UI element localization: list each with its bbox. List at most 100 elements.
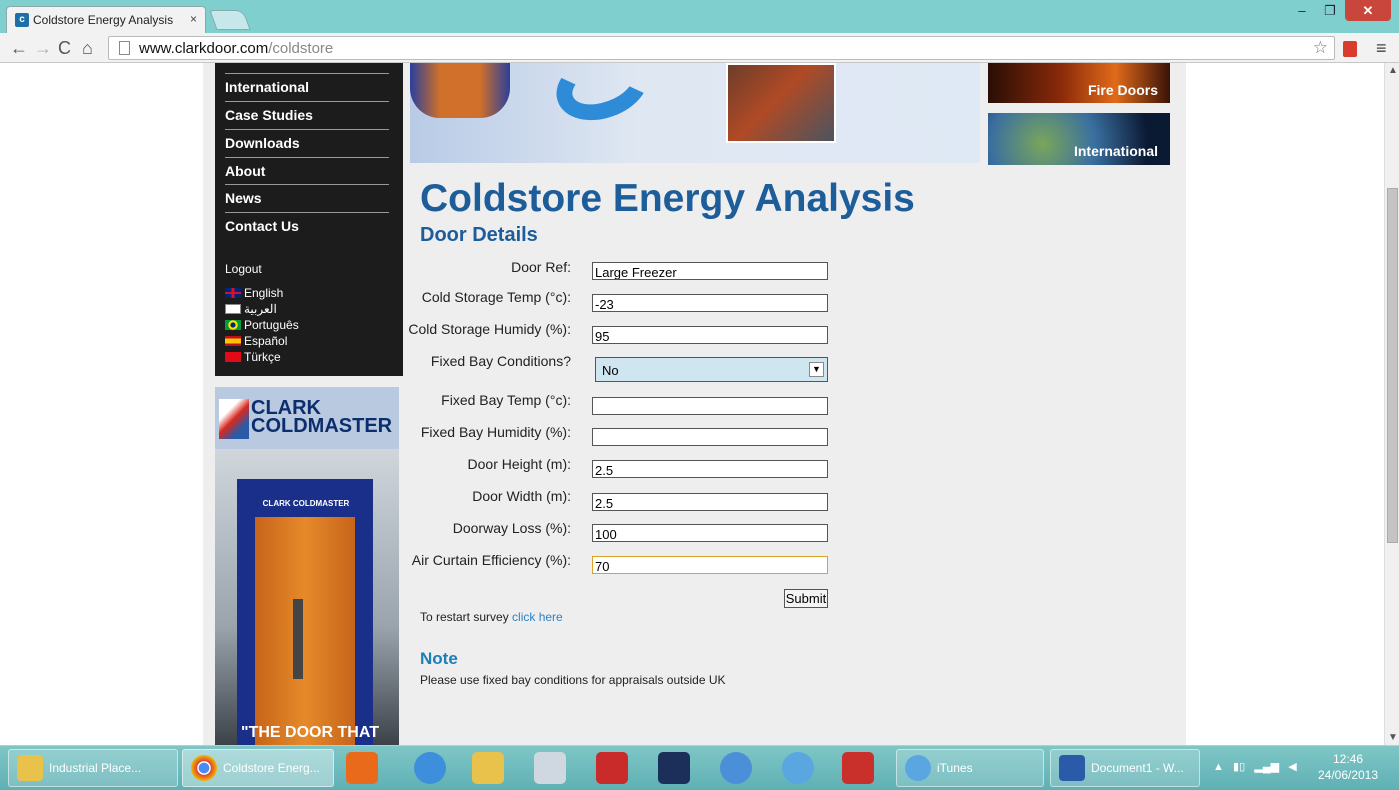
language-label: English — [244, 286, 284, 300]
doorway-loss-label: Doorway Loss (%): — [452, 520, 571, 536]
browser-menu-icon[interactable]: ≡ — [1376, 38, 1387, 59]
door-height-input[interactable] — [592, 460, 828, 478]
fixed-bay-select[interactable]: No ▼ — [595, 357, 828, 382]
browser-tab[interactable]: c Coldstore Energy Analysis × — [6, 6, 206, 33]
section-title: Door Details — [420, 224, 538, 246]
clark-logo-icon — [219, 399, 249, 439]
sidebar-nav: International Case Studies Downloads Abo… — [215, 63, 403, 376]
folder-icon — [17, 755, 43, 781]
close-window-button[interactable]: ✕ — [1345, 0, 1391, 21]
language-arabic[interactable]: العربية — [225, 303, 277, 315]
task-chrome[interactable]: Coldstore Energ... — [182, 749, 334, 787]
task-label: Document1 - W... — [1091, 761, 1184, 775]
language-label: Español — [244, 334, 288, 348]
itunes-icon — [905, 755, 931, 781]
page-scrollbar[interactable]: ▲ ▼ — [1384, 63, 1399, 745]
advert-photo: CLARK COLDMASTER "THE DOOR THAT — [215, 449, 399, 745]
sidebar-item-news[interactable]: News — [225, 184, 389, 212]
bay-temp-input[interactable] — [592, 397, 828, 415]
media-player-icon[interactable] — [346, 752, 378, 784]
language-portuguese[interactable]: Português — [225, 319, 299, 331]
door-label: CLARK COLDMASTER — [262, 499, 350, 508]
header-banner — [410, 63, 980, 163]
sidebar-item-international[interactable]: International — [225, 73, 389, 101]
bay-temp-label: Fixed Bay Temp (°c): — [441, 392, 571, 408]
language-label: العربية — [244, 302, 277, 316]
coldmaster-advert[interactable]: CLARK COLDMASTER "THE DOOR THAT CLARK CO… — [215, 387, 399, 745]
language-turkish[interactable]: Türkçe — [225, 351, 281, 363]
home-icon[interactable]: ⌂ — [82, 38, 93, 58]
door-ref-input[interactable] — [592, 262, 828, 280]
fire-doors-promo[interactable]: Fire Doors — [988, 63, 1170, 103]
task-itunes[interactable]: iTunes — [896, 749, 1044, 787]
air-curtain-input[interactable] — [592, 556, 828, 574]
address-bar[interactable]: www.clarkdoor.com/coldstore ☆ — [108, 36, 1335, 60]
tab-close-icon[interactable]: × — [190, 12, 197, 26]
cold-temp-label: Cold Storage Temp (°c): — [421, 289, 571, 305]
restart-label: To restart survey — [420, 610, 513, 624]
browser-toolbar: ← → C ⌂ www.clarkdoor.com/coldstore ☆ ≡ — [0, 33, 1399, 63]
minimize-button[interactable]: – — [1289, 0, 1315, 21]
bookmark-star-icon[interactable]: ☆ — [1313, 38, 1328, 58]
fixed-bay-label: Fixed Bay Conditions? — [430, 353, 571, 369]
international-promo[interactable]: International — [988, 113, 1170, 165]
language-english[interactable]: English — [225, 287, 283, 299]
chrome-icon — [191, 755, 217, 781]
pdf-extension-icon[interactable] — [1343, 41, 1357, 57]
task-word[interactable]: Document1 - W... — [1050, 749, 1200, 787]
door-width-label: Door Width (m): — [472, 488, 571, 504]
language-label: Português — [244, 318, 299, 332]
reload-icon[interactable]: C — [58, 38, 71, 58]
sidebar-item-about[interactable]: About — [225, 157, 389, 185]
itunes-pinned-icon[interactable] — [782, 752, 814, 784]
solidworks-icon[interactable] — [842, 752, 874, 784]
system-tray[interactable]: ▲ ▮▯ ▂▄▆ ◀ — [1213, 760, 1297, 773]
cold-humidity-input[interactable] — [592, 326, 828, 344]
note-title: Note — [420, 649, 458, 668]
spain-flag-icon — [225, 336, 241, 346]
door-width-input[interactable] — [592, 493, 828, 511]
globe-app-icon[interactable] — [720, 752, 752, 784]
page-viewport: International Case Studies Downloads Abo… — [0, 63, 1384, 745]
file-explorer-icon[interactable] — [472, 752, 504, 784]
tab-title: Coldstore Energy Analysis — [33, 13, 174, 27]
forward-arrow-icon[interactable]: → — [34, 38, 52, 58]
door-panel — [255, 517, 355, 745]
submit-button[interactable]: Submit — [784, 589, 828, 608]
banner-arrow-icon — [546, 63, 659, 133]
sidebar-item-contact-us[interactable]: Contact Us — [225, 212, 389, 240]
maximize-button[interactable]: ❐ — [1317, 0, 1343, 21]
task-industrial-placement[interactable]: Industrial Place... — [8, 749, 178, 787]
sidebar-item-case-studies[interactable]: Case Studies — [225, 101, 389, 129]
url-host: www.clarkdoor.com — [139, 40, 269, 57]
scroll-thumb[interactable] — [1387, 188, 1398, 543]
advert-brand: CLARK COLDMASTER — [251, 397, 393, 437]
language-spanish[interactable]: Español — [225, 335, 287, 347]
bay-humidity-label: Fixed Bay Humidity (%): — [420, 424, 571, 440]
page-title: Coldstore Energy Analysis — [420, 177, 915, 220]
calculator-icon[interactable] — [534, 752, 566, 784]
scroll-up-icon[interactable]: ▲ — [1388, 65, 1398, 76]
site-favicon-icon: c — [15, 13, 29, 27]
scroll-down-icon[interactable]: ▼ — [1388, 732, 1398, 743]
chevron-down-icon[interactable]: ▼ — [809, 362, 824, 377]
windows-taskbar: Industrial Place... Coldstore Energ... i… — [0, 745, 1399, 790]
doorway-loss-input[interactable] — [592, 524, 828, 542]
photoshop-icon[interactable] — [658, 752, 690, 784]
restart-link[interactable]: click here — [512, 610, 563, 624]
bay-humidity-input[interactable] — [592, 428, 828, 446]
cold-temp-input[interactable] — [592, 294, 828, 312]
logout-link[interactable]: Logout — [225, 262, 262, 276]
arabic-flag-icon — [225, 304, 241, 314]
banner-door-image — [410, 63, 510, 118]
clock[interactable]: 12:46 24/06/2013 — [1308, 751, 1388, 783]
sidebar-item-downloads[interactable]: Downloads — [225, 129, 389, 157]
task-label: Industrial Place... — [49, 761, 142, 775]
clock-time: 12:46 — [1332, 752, 1364, 766]
restart-text: To restart survey click here — [420, 610, 563, 624]
acrobat-icon[interactable] — [596, 752, 628, 784]
back-arrow-icon[interactable]: ← — [10, 38, 28, 58]
dropbox-icon[interactable] — [414, 752, 446, 784]
banner-photo — [726, 63, 836, 143]
new-tab-button[interactable] — [209, 10, 251, 30]
